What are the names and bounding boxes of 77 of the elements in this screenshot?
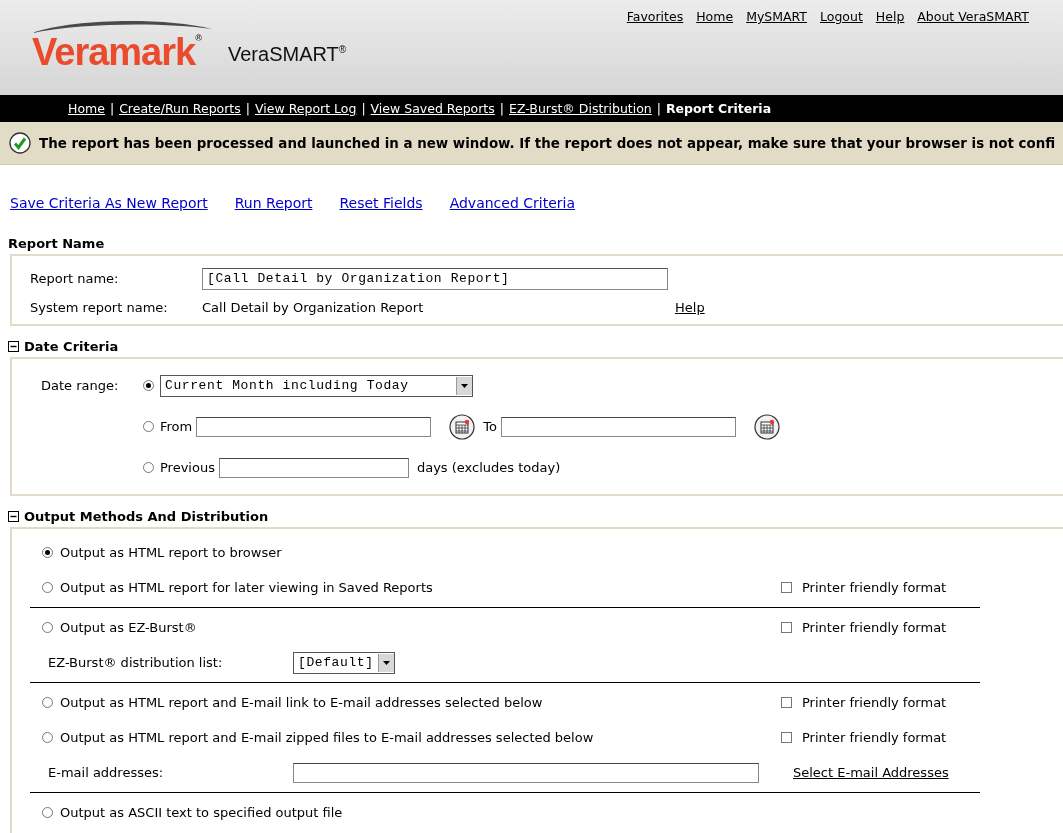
radio-button[interactable]	[143, 421, 154, 432]
checkbox-label: Printer friendly format	[802, 620, 947, 635]
radio-button[interactable]	[42, 807, 53, 818]
action-link[interactable]: Reset Fields	[339, 195, 423, 225]
radio-label: Output as HTML report and E-mail link to E-mail addresses selected below	[60, 695, 544, 710]
help-link[interactable]: Help	[675, 300, 705, 315]
to-date-field[interactable]	[500, 416, 736, 437]
check-icon	[9, 132, 31, 154]
collapse-icon[interactable]	[8, 510, 19, 522]
field-label: EZ-Burst® distribution list:	[48, 655, 224, 670]
section-title: Report Name	[8, 235, 105, 251]
checkbox-label: Printer friendly format	[802, 695, 947, 710]
top-link[interactable]: Home	[696, 9, 734, 25]
checkbox[interactable]	[781, 732, 792, 743]
radio-label: Output as HTML report for later viewing in Saved Reports	[60, 580, 434, 595]
breadcrumb-separator: |	[109, 101, 115, 116]
breadcrumb-link[interactable]: Create/Run Reports	[119, 101, 241, 116]
checkbox[interactable]	[781, 622, 792, 633]
breadcrumb-link[interactable]: View Report Log	[255, 101, 357, 116]
section-title: Output Methods And Distribution	[24, 508, 269, 524]
radio-label: To	[483, 419, 497, 434]
checkbox[interactable]	[781, 697, 792, 708]
select-email-link[interactable]: Select E-mail Addresses	[793, 765, 949, 780]
caret-icon	[382, 660, 390, 665]
field-label: E-mail addresses:	[48, 765, 165, 780]
radio-button[interactable]	[42, 547, 53, 558]
radio-button[interactable]	[42, 697, 53, 708]
brand-logo-text: Veramark$^{®}$	[32, 31, 202, 74]
top-link[interactable]: MySMART	[746, 9, 807, 25]
top-link[interactable]: Logout	[820, 9, 863, 25]
breadcrumb-separator: |	[499, 101, 504, 116]
from-date-field[interactable]	[196, 416, 432, 437]
radio-button[interactable]	[143, 462, 154, 473]
message-text: The report has been processed and launched in a new window. If the report does not appear, make sure that your browser is not confi	[39, 135, 1056, 151]
breadcrumb-link[interactable]: Home	[68, 101, 105, 116]
top-link[interactable]: Help	[875, 9, 905, 25]
action-link[interactable]: Run Report	[234, 195, 313, 225]
radio-label: Output as HTML report to browser	[60, 545, 283, 560]
calendar-icon[interactable]	[449, 413, 476, 440]
breadcrumb-separator: |	[245, 101, 250, 116]
checkbox-label: Printer friendly format	[802, 730, 947, 745]
breadcrumb-link[interactable]: EZ-Burst® Distribution	[509, 101, 652, 116]
radio-label: Output as ASCII text to specified output file	[60, 805, 344, 820]
email-addresses-field[interactable]	[293, 762, 759, 783]
radio-label: Output as EZ-Burst®	[60, 620, 198, 635]
top-link[interactable]: About VeraSMART	[917, 9, 1029, 25]
field-hint: days (excludes today)	[416, 460, 561, 475]
radio-label: Output as HTML report and E-mail zipped files to E-mail addresses selected below	[60, 730, 595, 745]
radio-button[interactable]	[42, 582, 53, 593]
radio-button[interactable]	[42, 622, 53, 633]
report-name-field[interactable]: [Call Detail by Organization Report]	[202, 267, 668, 290]
radio-label: Previous	[160, 460, 215, 475]
swoosh-icon	[32, 19, 212, 33]
breadcrumb-link[interactable]: View Saved Reports	[370, 101, 495, 116]
field-label: System report name:	[30, 300, 169, 315]
action-link[interactable]: Save Criteria As New Report	[10, 195, 208, 225]
field-label: Date range:	[40, 378, 120, 393]
section-title: Date Criteria	[24, 338, 119, 354]
date-range-dropdown[interactable]: Current Month including Today	[160, 374, 473, 397]
top-link[interactable]: Favorites	[626, 9, 684, 25]
breadcrumb-current: Report Criteria	[666, 101, 772, 116]
field-label: Report name:	[30, 271, 120, 286]
caret-icon	[461, 383, 468, 388]
distribution-list-dropdown[interactable]: [Default]	[293, 651, 395, 674]
radio-button[interactable]	[143, 380, 154, 391]
checkbox-label: Printer friendly format	[802, 580, 947, 595]
checkbox[interactable]	[781, 582, 792, 593]
radio-label: From	[160, 419, 193, 434]
calendar-icon[interactable]	[753, 413, 780, 440]
previous-days-field[interactable]	[218, 457, 409, 478]
breadcrumb-separator: |	[656, 101, 661, 116]
action-link[interactable]: Advanced Criteria	[449, 195, 575, 225]
collapse-icon[interactable]	[8, 340, 19, 352]
system-report-name: Call Detail by Organization Report	[202, 300, 425, 315]
product-name: VeraSMART$^{®}$	[228, 43, 347, 66]
radio-button[interactable]	[42, 732, 53, 743]
breadcrumb-separator: |	[361, 101, 366, 116]
